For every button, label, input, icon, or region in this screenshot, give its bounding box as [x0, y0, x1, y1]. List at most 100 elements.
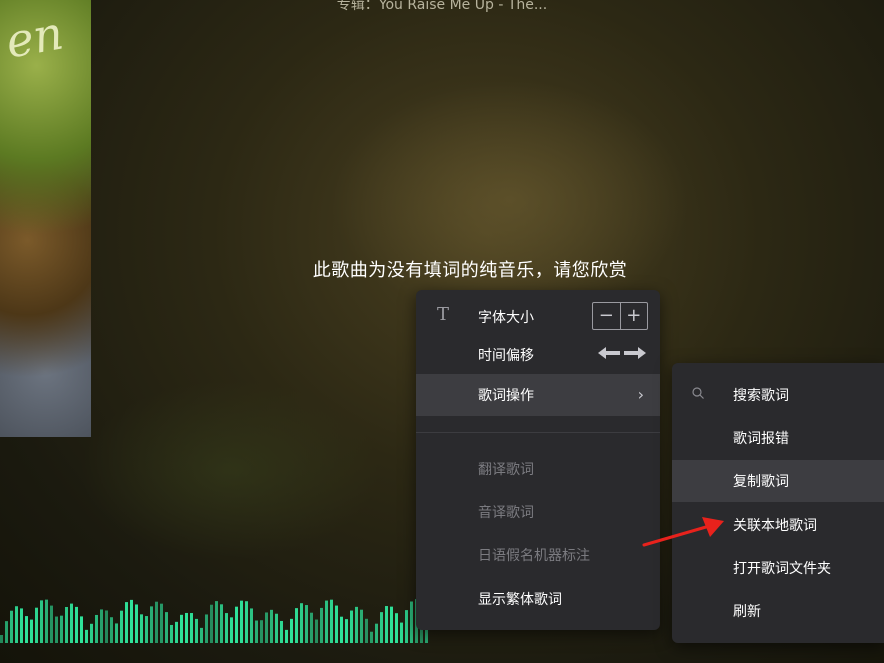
transliterate-label: 音译歌词 — [478, 505, 534, 521]
visualizer-bar — [195, 618, 198, 643]
visualizer-bar — [175, 621, 178, 643]
visualizer-bar — [60, 615, 63, 643]
offset-backward-icon[interactable] — [598, 347, 620, 359]
kana-label: 日语假名机器标注 — [478, 548, 590, 564]
visualizer-bar — [165, 612, 168, 643]
visualizer-bar — [250, 608, 253, 643]
visualizer-bar — [395, 613, 398, 643]
refresh-label: 刷新 — [733, 604, 761, 620]
visualizer-bar — [370, 631, 373, 643]
traditional-label: 显示繁体歌词 — [478, 592, 562, 608]
album-info: 专辑：You Raise Me Up - The... — [0, 0, 884, 14]
visualizer-bar — [265, 612, 268, 643]
visualizer-bar — [35, 607, 38, 643]
visualizer-bar — [400, 622, 403, 643]
visualizer-bar — [345, 619, 348, 643]
visualizer-bar — [115, 623, 118, 643]
font-size-label: 字体大小 — [478, 310, 534, 326]
visualizer-bar — [295, 608, 298, 643]
search-lyrics-label: 搜索歌词 — [733, 388, 789, 404]
visualizer-bar — [140, 614, 143, 643]
visualizer-bar — [290, 618, 293, 643]
menu-item-time-offset: 时间偏移 — [416, 334, 660, 376]
visualizer-bar — [150, 606, 153, 643]
visualizer-bar — [410, 601, 413, 643]
visualizer-bar — [365, 618, 368, 643]
visualizer-bar — [180, 614, 183, 643]
visualizer-bar — [125, 602, 128, 643]
lyric-message: 此歌曲为没有填词的纯音乐，请您欣赏 — [312, 260, 628, 281]
visualizer-bar — [325, 600, 328, 643]
visualizer-bar — [285, 629, 288, 643]
visualizer-bar — [45, 599, 48, 643]
menu-item-transliterate[interactable]: 音译歌词 — [416, 491, 660, 533]
visualizer-bar — [50, 605, 53, 643]
visualizer-bar — [275, 613, 278, 643]
visualizer-bar — [135, 604, 138, 643]
visualizer-bar — [40, 600, 43, 643]
lyric-actions-submenu: 搜索歌词 歌词报错 复制歌词 关联本地歌词 打开歌词文件夹 刷新 — [672, 363, 884, 643]
font-size-decrease-button[interactable]: − — [593, 303, 620, 329]
search-icon — [692, 387, 704, 399]
visualizer-bar — [65, 606, 68, 643]
visualizer-bar — [375, 623, 378, 643]
visualizer-bar — [270, 609, 273, 643]
visualizer-bar — [145, 616, 148, 643]
menu-item-traditional[interactable]: 显示繁体歌词 — [416, 578, 660, 620]
visualizer-bar — [360, 609, 363, 643]
lyric-context-menu: T 字体大小 − + 时间偏移 歌词操作 › 翻译歌词 音译歌词 日语假名机器标… — [416, 290, 660, 630]
visualizer-bar — [220, 604, 223, 643]
visualizer-bar — [320, 607, 323, 643]
visualizer-bar — [330, 599, 333, 643]
submenu-item-report[interactable]: 歌词报错 — [672, 417, 884, 459]
translate-label: 翻译歌词 — [478, 462, 534, 478]
visualizer-bar — [380, 612, 383, 643]
font-size-increase-button[interactable]: + — [619, 303, 648, 329]
menu-item-translate[interactable]: 翻译歌词 — [416, 448, 660, 490]
visualizer-bar — [235, 606, 238, 643]
album-title: 专辑：You Raise Me Up - The... — [336, 0, 548, 13]
menu-item-font-size: T 字体大小 − + — [416, 296, 660, 338]
visualizer-bar — [255, 620, 258, 643]
visualizer-bar — [335, 605, 338, 643]
submenu-item-copy[interactable]: 复制歌词 — [672, 460, 884, 502]
submenu-item-search[interactable]: 搜索歌词 — [672, 374, 884, 416]
visualizer-bar — [240, 600, 243, 643]
visualizer-bar — [10, 610, 13, 643]
visualizer-bar — [210, 604, 213, 643]
visualizer-bar — [25, 616, 28, 643]
visualizer-bar — [355, 606, 358, 643]
copy-lyrics-label: 复制歌词 — [733, 474, 789, 490]
submenu-item-refresh[interactable]: 刷新 — [672, 590, 884, 632]
visualizer-bar — [305, 605, 308, 643]
time-offset-controls — [598, 347, 646, 359]
text-size-icon: T — [437, 304, 450, 325]
visualizer-bar — [230, 617, 233, 643]
visualizer-bar — [80, 616, 83, 643]
offset-forward-icon[interactable] — [624, 347, 646, 359]
visualizer-bar — [350, 610, 353, 643]
album-cover[interactable]: en — [0, 0, 91, 437]
visualizer-bar — [260, 620, 263, 643]
lyric-actions-label: 歌词操作 — [478, 388, 534, 404]
background-glow — [80, 380, 380, 560]
annotation-arrow-icon — [642, 517, 724, 547]
chevron-right-icon: › — [637, 385, 644, 404]
background-glow — [330, 80, 690, 320]
visualizer-bar — [200, 627, 203, 643]
audio-visualizer — [0, 599, 428, 643]
visualizer-bar — [5, 621, 8, 643]
cover-script-text: en — [1, 5, 68, 69]
font-size-stepper: − + — [592, 302, 648, 330]
visualizer-bar — [155, 601, 158, 643]
visualizer-bar — [385, 606, 388, 643]
open-lyrics-folder-label: 打开歌词文件夹 — [733, 561, 831, 577]
visualizer-bar — [405, 610, 408, 643]
menu-item-lyric-actions[interactable]: 歌词操作 › — [416, 374, 660, 416]
menu-item-kana[interactable]: 日语假名机器标注 — [416, 534, 660, 576]
visualizer-bar — [0, 635, 3, 643]
visualizer-bar — [30, 619, 33, 643]
visualizer-bar — [280, 620, 283, 643]
visualizer-bar — [390, 606, 393, 643]
visualizer-bar — [95, 614, 98, 643]
